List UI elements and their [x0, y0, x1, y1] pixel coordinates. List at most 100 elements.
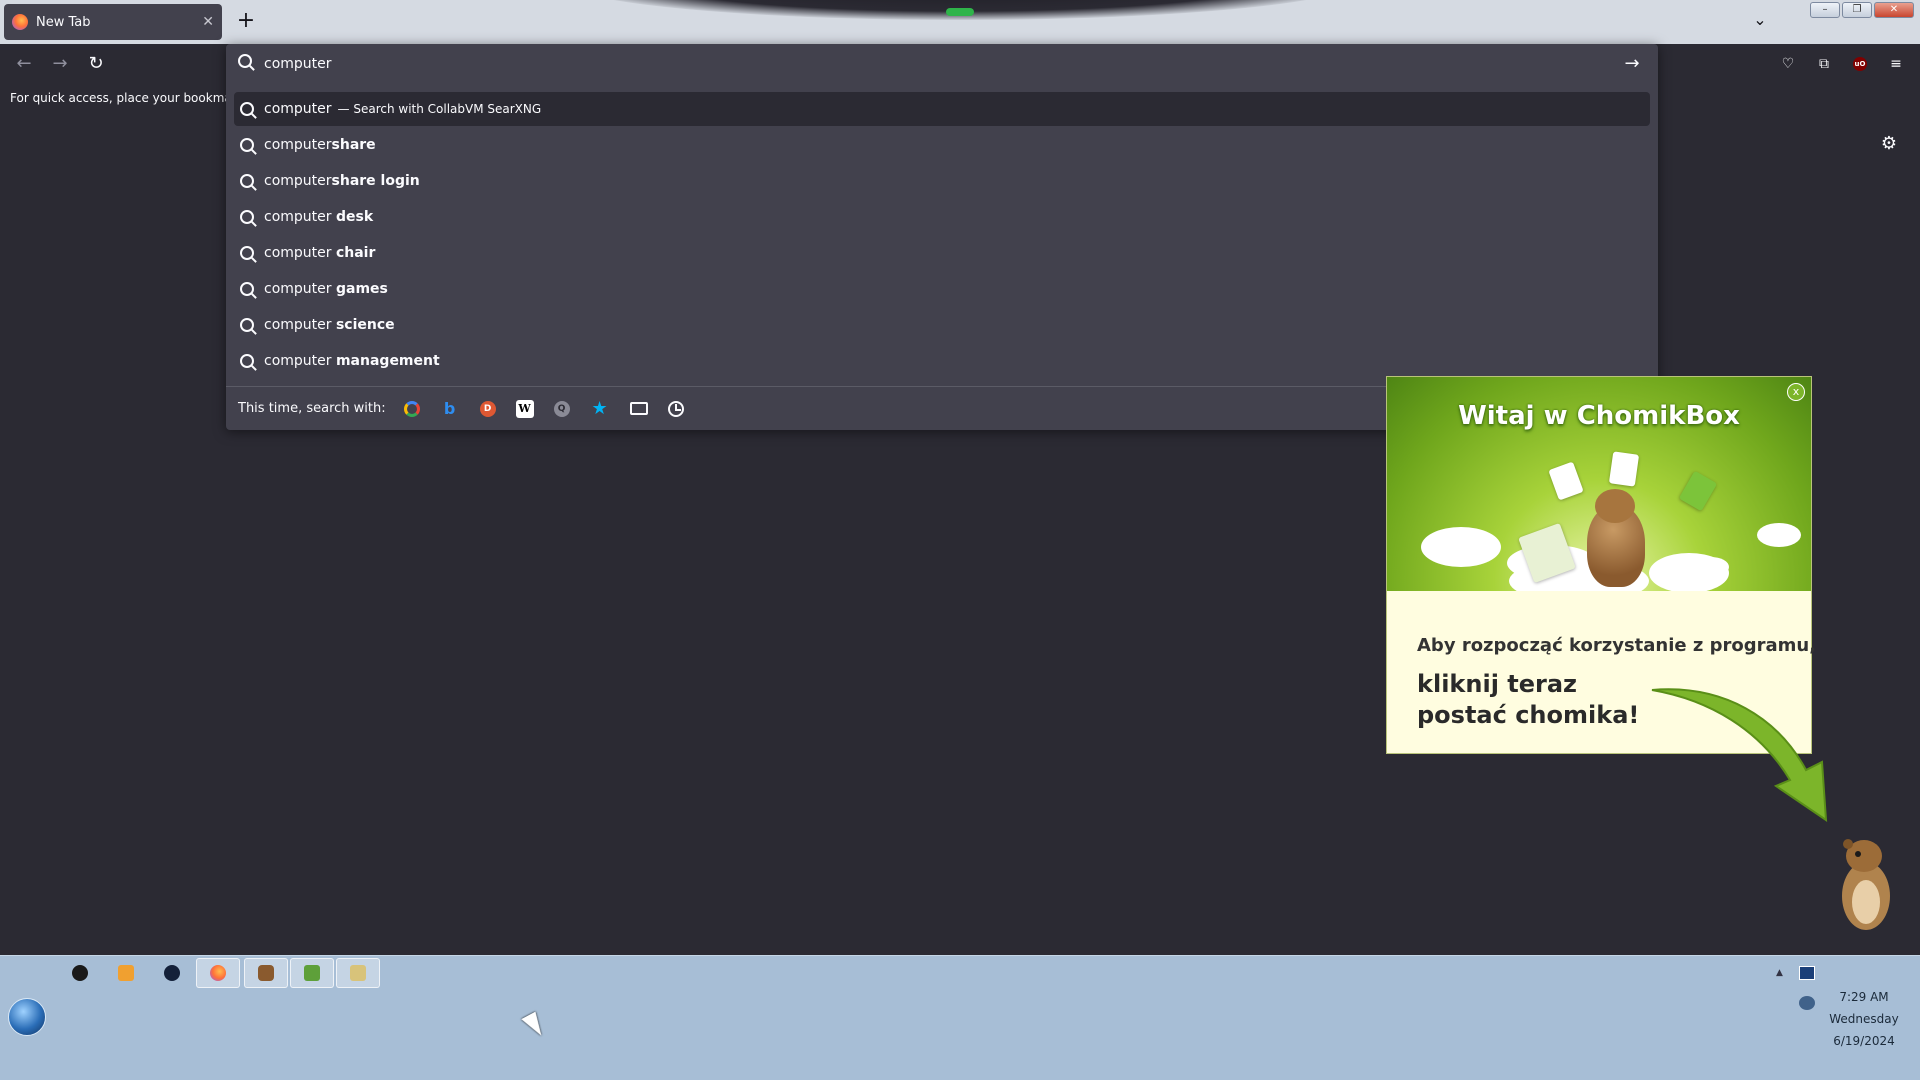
result-suggestion-text: chair — [335, 245, 376, 261]
bing-engine-icon[interactable]: b — [440, 399, 460, 419]
result-typed-text: computer — [264, 137, 332, 153]
media-player-icon — [118, 965, 134, 981]
tab-new-tab[interactable]: New Tab ✕ — [4, 4, 222, 40]
network-icon[interactable] — [1799, 996, 1815, 1010]
taskbar-media-player-button[interactable] — [104, 958, 148, 988]
chomikbox-cta-line1: kliknij teraz — [1417, 670, 1578, 698]
result-typed-text: computer — [264, 245, 336, 261]
search-icon — [240, 246, 254, 260]
file-icon — [1608, 451, 1640, 487]
urlbar-go-arrow-icon[interactable]: → — [1620, 52, 1644, 76]
app-menu-icon[interactable]: ≡ — [1886, 54, 1906, 74]
chomikbox-cta-line2: postać chomika! — [1417, 701, 1640, 729]
urlbar-result-row[interactable]: computer share — [234, 128, 1650, 162]
tab-close-icon[interactable]: ✕ — [202, 14, 214, 30]
green-arrow-icon — [1651, 688, 1828, 822]
title-bar: New Tab ✕ + ⌄ – ❐ ✕ — [0, 0, 1920, 44]
file-icon — [1548, 461, 1584, 501]
hamster-head-icon — [1595, 489, 1635, 523]
file-icon — [1678, 470, 1718, 512]
chomikbox-title: Witaj w ChomikBox — [1458, 401, 1740, 431]
taskbar-app-button[interactable] — [150, 958, 194, 988]
ublock-origin-icon[interactable]: uO — [1853, 57, 1867, 71]
extensions-icon[interactable]: ⧉ — [1814, 54, 1834, 74]
window-close-button[interactable]: ✕ — [1874, 2, 1914, 18]
urlbar-result-row[interactable]: computer desk — [234, 200, 1650, 234]
taskbar-app-button[interactable] — [290, 958, 334, 988]
result-suggestion-text: share login — [331, 173, 420, 189]
minimize-button[interactable]: – — [1810, 2, 1840, 18]
app-icon — [350, 965, 366, 981]
urlbar-result-row[interactable]: computer science — [234, 308, 1650, 342]
bookmarks-star-icon[interactable]: ★ — [590, 398, 610, 419]
taskbar-firefox-button[interactable] — [196, 958, 240, 988]
pocket-icon[interactable]: ♡ — [1778, 54, 1798, 74]
duckduckgo-engine-icon[interactable]: D — [479, 400, 496, 417]
history-icon[interactable] — [667, 400, 684, 417]
result-typed-text: computer — [264, 317, 336, 333]
result-suggestion-text: science — [335, 317, 395, 333]
newtab-settings-gear-icon[interactable]: ⚙ — [1878, 133, 1900, 155]
result-suggestion-text: management — [335, 353, 440, 369]
result-typed-text: computer — [264, 173, 332, 189]
taskbar-chomikbox-button[interactable] — [244, 958, 288, 988]
chomikbox-icon — [258, 965, 274, 981]
result-typed-text: computer — [264, 281, 336, 297]
window-controls: – ❐ ✕ — [1810, 2, 1914, 18]
cloud-illustration — [1757, 523, 1801, 547]
theme-decoration-dot — [946, 8, 974, 16]
app-icon — [164, 965, 180, 981]
result-suggestion-text: share — [331, 137, 376, 153]
search-icon — [240, 318, 254, 332]
search-icon — [240, 210, 254, 224]
urlbar-input[interactable] — [264, 52, 1584, 76]
tabs-icon[interactable] — [629, 402, 648, 415]
urlbar-search-icon — [238, 54, 252, 68]
show-hidden-icons-icon[interactable]: ▲ — [1776, 968, 1783, 978]
app-icon — [304, 965, 320, 981]
urlbar-result-row[interactable]: computer games — [234, 272, 1650, 306]
clock-time: 7:29 AM — [1839, 990, 1889, 1004]
action-center-icon[interactable] — [1799, 966, 1815, 980]
taskbar-app-button[interactable] — [58, 958, 102, 988]
search-icon — [240, 138, 254, 152]
chomikbox-instruction: Aby rozpocząć korzystanie z programu, — [1417, 635, 1817, 656]
app-icon — [72, 965, 88, 981]
restore-button[interactable]: ❐ — [1842, 2, 1872, 18]
urlbar-result-row[interactable]: computer chair — [234, 236, 1650, 270]
back-arrow-icon[interactable]: ← — [12, 52, 36, 76]
searxng-engine-icon[interactable]: Q — [553, 400, 570, 417]
desktop-hamster-mascot-icon[interactable] — [1838, 834, 1894, 934]
bookmarks-empty-message: For quick access, place your bookmarks h — [10, 91, 262, 105]
search-icon — [240, 102, 254, 116]
result-suggestion-text: desk — [335, 209, 374, 225]
urlbar-popup: → computer — Search with CollabVM SearXN… — [226, 44, 1658, 430]
cloud-illustration — [1421, 527, 1501, 567]
start-button[interactable] — [8, 998, 46, 1036]
result-typed-text: computer — [264, 209, 336, 225]
clock-day: Wednesday — [1829, 1012, 1899, 1026]
urlbar-result-row[interactable]: computer management — [234, 344, 1650, 378]
result-suggestion-text: games — [335, 281, 388, 297]
result-typed-text: computer — [264, 353, 336, 369]
search-icon — [240, 282, 254, 296]
urlbar-input-row: → — [226, 44, 1658, 84]
google-engine-icon[interactable] — [403, 400, 420, 417]
chomikbox-close-icon[interactable]: x — [1787, 383, 1805, 401]
list-all-tabs-icon[interactable]: ⌄ — [1748, 10, 1772, 34]
one-off-label: This time, search with: — [238, 401, 386, 416]
system-clock[interactable]: 7:29 AM Wednesday 6/19/2024 — [1816, 986, 1912, 1052]
taskbar: ▲ 7:29 AM Wednesday 6/19/2024 — [0, 955, 1920, 1080]
clock-date: 6/19/2024 — [1833, 1034, 1895, 1048]
search-icon — [240, 354, 254, 368]
wikipedia-engine-icon[interactable]: W — [515, 399, 534, 418]
reload-icon[interactable]: ↻ — [84, 52, 108, 76]
firefox-icon — [210, 965, 226, 981]
chomikbox-call-to-action: kliknij teraz postać chomika! — [1417, 669, 1639, 731]
urlbar-result-row[interactable]: computer — Search with CollabVM SearXNG — [234, 92, 1650, 126]
forward-arrow-icon[interactable]: → — [48, 52, 72, 76]
urlbar-result-row[interactable]: computer share login — [234, 164, 1650, 198]
result-action-text: — Search with CollabVM SearXNG — [337, 102, 542, 116]
new-tab-button[interactable]: + — [232, 8, 260, 36]
taskbar-app-button[interactable] — [336, 958, 380, 988]
